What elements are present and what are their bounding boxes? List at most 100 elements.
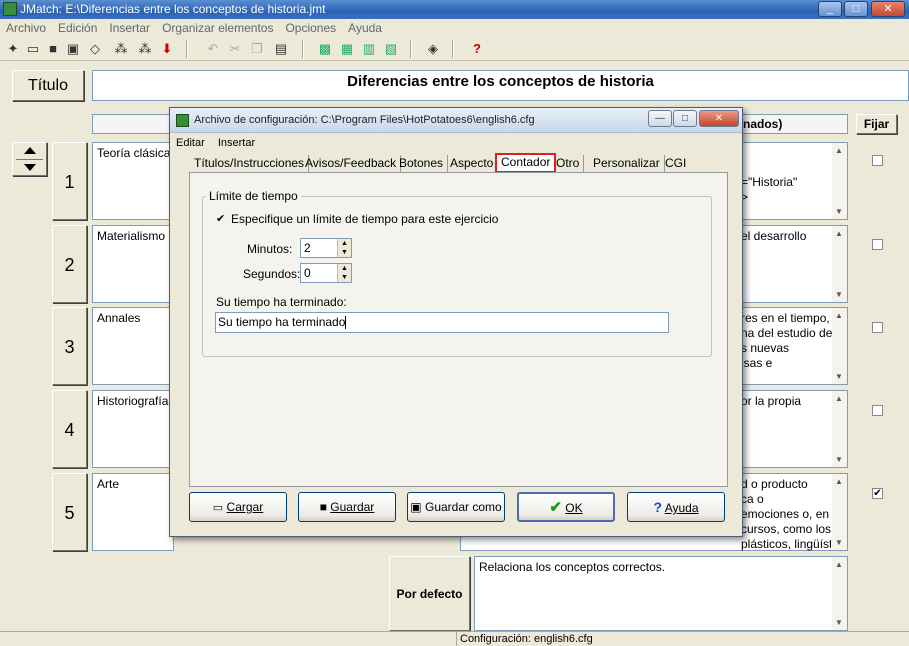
arrow-up-icon[interactable]: [24, 147, 36, 154]
right-item-field[interactable]: el desarrollo ▲ ▼: [740, 225, 848, 303]
scrollbar[interactable]: ▲ ▼: [832, 226, 847, 302]
tab-aspecto[interactable]: Aspecto: [446, 155, 499, 173]
left-item-field[interactable]: Materialismo h: [92, 225, 176, 303]
app-icon: [3, 2, 17, 16]
scrollbar[interactable]: ▲ ▼: [832, 474, 847, 550]
left-item-field[interactable]: Teoría clásica: [92, 142, 174, 220]
row-number[interactable]: 1: [52, 142, 87, 220]
timeout-message-input[interactable]: Su tiempo ha terminado: [215, 312, 669, 333]
menu-opciones[interactable]: Opciones: [279, 19, 342, 37]
row-number[interactable]: 4: [52, 390, 87, 468]
minimize-button[interactable]: _: [818, 1, 842, 17]
menu-archivo[interactable]: Archivo: [0, 19, 52, 37]
tab-botones[interactable]: Botones: [395, 155, 449, 173]
tab-otro[interactable]: Otro: [552, 155, 585, 173]
insert-media-icon[interactable]: ▧: [382, 40, 400, 58]
fijar-checkbox[interactable]: ✔: [872, 488, 883, 499]
copy-icon[interactable]: ❐: [248, 40, 266, 58]
move-arrows[interactable]: [12, 142, 47, 176]
cut-icon[interactable]: ✂: [226, 40, 244, 58]
load-button[interactable]: ▭ Cargar: [189, 492, 287, 522]
right-item-field[interactable]: res en el tiempo, na del estudio de s nu…: [740, 307, 848, 385]
config-icon[interactable]: ◈: [424, 40, 442, 58]
default-feedback-field[interactable]: Relaciona los conceptos correctos. ▲ ▼: [474, 556, 848, 631]
timeout-message-value: Su tiempo ha terminado: [218, 315, 346, 329]
save-as-button[interactable]: ▣ Guardar como: [407, 492, 505, 522]
dialog-menu-editar[interactable]: Editar: [176, 137, 205, 149]
left-item-field[interactable]: Historiografía: [92, 390, 174, 468]
right-item-text: or la propia: [741, 394, 802, 408]
time-limit-checkbox[interactable]: ✔: [216, 214, 227, 225]
scrollbar[interactable]: ▲ ▼: [832, 557, 847, 630]
toolbar: ✦ ▭ ■ ▣ ◇ ⁂ ⁂ ⬇ ↶ ✂ ❐ ▤ ▩ ▦ ▥ ▧ ◈ ?: [0, 37, 909, 61]
minutes-value: 2: [304, 241, 311, 255]
fijar-checkbox[interactable]: [872, 322, 883, 333]
default-button[interactable]: Por defecto: [389, 556, 470, 631]
fijar-checkbox[interactable]: [872, 239, 883, 250]
left-item-field[interactable]: Annales: [92, 307, 174, 385]
spinner-arrows-icon[interactable]: ▲ ▼: [337, 264, 351, 282]
left-item-text: Historiografía: [97, 394, 169, 408]
menu-insertar[interactable]: Insertar: [103, 19, 156, 37]
help-button[interactable]: ? Ayuda: [627, 492, 725, 522]
row-number[interactable]: 5: [52, 473, 87, 551]
scrollbar[interactable]: ▲ ▼: [832, 308, 847, 384]
eraser-icon[interactable]: ◇: [86, 40, 104, 58]
title-button[interactable]: Título: [12, 70, 84, 101]
menu-organizar[interactable]: Organizar elementos: [156, 19, 279, 37]
row-number[interactable]: 3: [52, 307, 87, 385]
save-icon[interactable]: ■: [44, 40, 62, 58]
insert-picture-icon[interactable]: ▩: [316, 40, 334, 58]
right-item-field[interactable]: or la propia ▲ ▼: [740, 390, 848, 468]
minutes-spinner[interactable]: 2 ▲ ▼: [300, 238, 352, 258]
left-column-header: [92, 114, 174, 134]
dialog-maximize-button[interactable]: □: [673, 110, 697, 127]
disk-icon: ▣: [410, 500, 422, 514]
right-item-field[interactable]: ="Historia" > ▲ ▼: [740, 142, 848, 220]
tab-cgi[interactable]: CGI: [661, 155, 690, 173]
open-folder-icon[interactable]: ▭: [24, 40, 42, 58]
seconds-spinner[interactable]: 0 ▲ ▼: [300, 263, 352, 283]
dialog-close-button[interactable]: ✕: [699, 110, 739, 127]
fijar-checkbox[interactable]: [872, 155, 883, 166]
menu-edicion[interactable]: Edición: [52, 19, 103, 37]
fijar-checkbox[interactable]: [872, 405, 883, 416]
menu-ayuda[interactable]: Ayuda: [342, 19, 388, 37]
insert-object-icon[interactable]: ▥: [360, 40, 378, 58]
tab-titulos[interactable]: Títulos/Instrucciones: [190, 155, 310, 173]
scrollbar[interactable]: ▲ ▼: [832, 391, 847, 467]
maximize-button[interactable]: □: [844, 1, 868, 17]
web-export-icon[interactable]: ⁂: [136, 40, 154, 58]
tab-personalizar[interactable]: Personalizar: [589, 155, 665, 173]
fijar-button[interactable]: Fijar: [856, 114, 897, 134]
tab-contador[interactable]: Contador: [495, 153, 557, 173]
ok-button[interactable]: ✔ OK: [517, 492, 615, 522]
save-as-icon[interactable]: ▣: [64, 40, 82, 58]
help-icon[interactable]: ?: [468, 40, 486, 58]
title-field[interactable]: Diferencias entre los conceptos de histo…: [92, 70, 909, 101]
checkmark-icon: ✔: [549, 499, 562, 516]
right-item-text: res en el tiempo, na del estudio de s nu…: [741, 311, 833, 370]
left-item-text: Materialismo h: [97, 229, 176, 243]
left-item-field[interactable]: Arte: [92, 473, 174, 551]
new-file-icon[interactable]: ✦: [4, 40, 22, 58]
paste-icon[interactable]: ▤: [272, 40, 290, 58]
tab-avisos[interactable]: Avisos/Feedback: [301, 155, 402, 173]
dialog-menu-insertar[interactable]: Insertar: [218, 137, 255, 149]
help-icon: ?: [653, 499, 663, 515]
dialog-minimize-button[interactable]: —: [648, 110, 672, 127]
window-titlebar: JMatch: E:\Diferencias entre los concept…: [0, 0, 909, 19]
text-caret: [345, 316, 347, 330]
arrow-down-icon[interactable]: ⬇: [158, 40, 176, 58]
close-button[interactable]: ✕: [871, 1, 905, 17]
insert-link-icon[interactable]: ▦: [338, 40, 356, 58]
arrow-down-icon[interactable]: [24, 164, 36, 171]
scrollbar[interactable]: ▲ ▼: [832, 143, 847, 219]
save-button[interactable]: ■ Guardar: [298, 492, 396, 522]
row-number[interactable]: 2: [52, 225, 87, 303]
undo-icon[interactable]: ↶: [204, 40, 222, 58]
disk-icon: ■: [319, 500, 327, 514]
time-limit-group-label: Límite de tiempo: [206, 189, 301, 203]
web-page-icon[interactable]: ⁂: [112, 40, 130, 58]
spinner-arrows-icon[interactable]: ▲ ▼: [337, 239, 351, 257]
